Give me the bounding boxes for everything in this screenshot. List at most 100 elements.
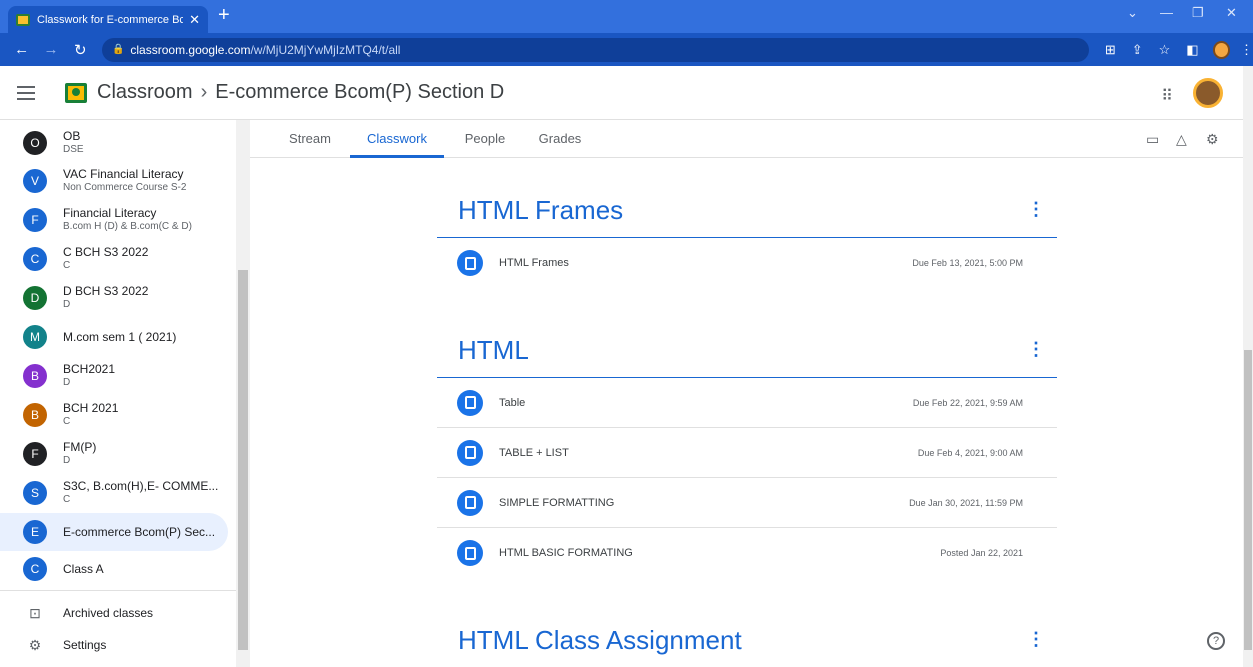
gear-icon[interactable]: ⚙	[1206, 131, 1219, 148]
class-initial-avatar: S	[23, 481, 47, 505]
calendar-icon[interactable]: ▭	[1146, 131, 1159, 148]
window-close-icon[interactable]: ✕	[1226, 5, 1237, 21]
assignment-row[interactable]: HTML Frames Due Feb 13, 2021, 5:00 PM	[437, 238, 1057, 288]
assignment-due-date: Posted Jan 22, 2021	[940, 548, 1023, 558]
help-icon[interactable]: ?	[1207, 632, 1225, 650]
class-section: DSE	[63, 144, 84, 155]
class-section: D	[63, 455, 71, 466]
sidebar-class-item[interactable]: M M.com sem 1 ( 2021)	[8, 318, 228, 356]
class-name: S3C, B.com(H),E- COMME...	[63, 479, 219, 493]
classroom-favicon-icon	[16, 13, 30, 26]
class-section: C	[63, 494, 71, 505]
sidebar-class-item[interactable]: DD BCH S3 2022 D	[8, 279, 228, 317]
sidebar: O OB DSE V VAC Financial Literacy Non Commerc…	[0, 120, 240, 667]
class-text: Financial Literacy B.com H (D) & B.com(C …	[63, 207, 192, 233]
class-initial-avatar: F	[23, 208, 47, 232]
gear-icon: ⚙	[28, 636, 42, 653]
sidebar-class-item[interactable]: B BCH2021 D	[8, 357, 228, 395]
class-text: VAC Financial Literacy Non Commerce Cours…	[63, 168, 186, 194]
class-name: FM(P)	[63, 440, 97, 454]
sidebar-class-item[interactable]: C C BCH S3 2022 C	[8, 240, 228, 278]
sidebar-settings[interactable]: ⚙ Settings	[8, 626, 228, 664]
sidebar-class-item[interactable]: S S3C, B.com(H),E- COMME... C	[8, 474, 228, 512]
url-host: classroom.google.com	[130, 42, 251, 57]
browser-toolbar: ← → ↻ 🔒 classroom.google.com/w/MjU2MjYwM…	[0, 33, 1253, 66]
tab-classwork[interactable]: Classwork	[350, 120, 444, 158]
class-initial-avatar: C	[23, 247, 47, 271]
forward-icon[interactable]: →	[43, 41, 58, 58]
share-icon[interactable]: ⇪	[1132, 42, 1143, 58]
minimize-icon[interactable]: —	[1160, 5, 1173, 20]
sidebar-class-item[interactable]: V VAC Financial Literacy Non Commerce Cour…	[8, 162, 228, 200]
class-initial-avatar: B	[23, 403, 47, 427]
class-initial-avatar: O	[23, 131, 47, 155]
topic-more-options-icon[interactable]: ⋮	[1027, 199, 1045, 220]
drive-icon[interactable]: △	[1176, 131, 1187, 148]
restore-icon[interactable]: ❐	[1192, 5, 1204, 21]
assignment-row[interactable]: HTML BASIC FORMATING Posted Jan 22, 2021	[437, 528, 1057, 578]
close-tab-icon[interactable]: ✕	[189, 12, 200, 28]
back-icon[interactable]: ←	[14, 41, 29, 58]
assignment-icon	[457, 489, 483, 516]
assignment-due-date: Due Feb 4, 2021, 9:00 AM	[917, 447, 1023, 458]
class-section: D	[63, 299, 71, 310]
assignment-icon	[457, 439, 483, 466]
breadcrumb-app-name[interactable]: Classroom	[97, 81, 193, 103]
class-initial-avatar: V	[23, 169, 47, 193]
class-text: E-commerce Bcom(P) Sec...	[63, 525, 215, 539]
class-text: FM(P) D	[63, 441, 96, 467]
topic-title[interactable]: HTML Frames	[458, 195, 623, 226]
topic-title[interactable]: HTML	[458, 335, 529, 366]
browser-tab[interactable]: Classwork for E-commerce Bcom ✕	[8, 6, 208, 33]
assignment-title: SIMPLE FORMATTING	[499, 496, 615, 509]
assignment-title: TABLE + LIST	[499, 446, 569, 459]
sidebar-class-item[interactable]: O OB DSE	[8, 124, 228, 162]
class-initial-avatar: M	[23, 325, 47, 349]
assignment-icon	[457, 389, 483, 416]
class-name: BCH2021	[63, 362, 116, 376]
sidebar-class-item[interactable]: F Financial Literacy B.com H (D) & B.com(C…	[8, 201, 228, 239]
new-tab-icon[interactable]: +	[218, 5, 230, 25]
tab-search-chevron-icon[interactable]: ⌄	[1127, 5, 1138, 21]
page-scrollbar-thumb[interactable]	[1244, 350, 1252, 650]
apps-grid-icon[interactable]: ⠿	[1161, 86, 1173, 106]
address-bar[interactable]: 🔒 classroom.google.com/w/MjU2MjYwMjIzMTQ…	[101, 37, 1089, 62]
class-text: C BCH S3 2022 C	[63, 246, 148, 272]
class-section: D	[63, 377, 71, 388]
class-name: Class A	[63, 561, 104, 576]
assignment-due-date: Due Jan 30, 2021, 11:59 PM	[909, 497, 1023, 508]
tab-stream[interactable]: Stream	[278, 120, 342, 158]
class-initial-avatar: B	[23, 364, 47, 388]
install-app-icon[interactable]: ⊞	[1105, 42, 1116, 58]
browser-tab-title: Classwork for E-commerce Bcom	[37, 13, 184, 26]
tab-grades[interactable]: Grades	[530, 120, 590, 158]
assignment-icon	[457, 250, 483, 276]
assignment-row[interactable]: SIMPLE FORMATTING Due Jan 30, 2021, 11:59…	[437, 478, 1057, 528]
topic-more-options-icon[interactable]: ⋮	[1027, 629, 1045, 650]
sidebar-scrollbar-thumb[interactable]	[238, 270, 248, 650]
side-panel-icon[interactable]: ◧	[1186, 42, 1198, 58]
class-name: VAC Financial Literacy	[63, 167, 184, 181]
assignment-title: HTML BASIC FORMATING	[499, 547, 633, 559]
class-name: M.com sem 1 ( 2021)	[63, 329, 177, 344]
browser-menu-icon[interactable]: ⋮	[1240, 42, 1253, 58]
class-text: Class A	[63, 561, 104, 576]
sidebar-class-item[interactable]: B BCH 2021 C	[8, 396, 228, 434]
archive-icon: ⊡	[29, 604, 41, 621]
tab-people[interactable]: People	[455, 120, 515, 158]
browser-profile-avatar[interactable]	[1212, 40, 1230, 59]
topic-title[interactable]: HTML Class Assignment	[458, 625, 742, 656]
breadcrumb-class-name[interactable]: E-commerce Bcom(P) Section D	[215, 81, 504, 103]
bookmark-star-icon[interactable]: ☆	[1159, 42, 1171, 58]
assignment-row[interactable]: Table Due Feb 22, 2021, 9:59 AM	[437, 378, 1057, 428]
sidebar-class-item[interactable]: C Class A	[8, 550, 228, 588]
reload-icon[interactable]: ↻	[73, 41, 88, 59]
sidebar-class-item[interactable]: E E-commerce Bcom(P) Sec...	[0, 513, 228, 551]
user-avatar[interactable]	[1193, 78, 1223, 108]
classroom-logo-icon[interactable]	[65, 82, 87, 103]
class-section: Non Commerce Course S-2	[63, 182, 187, 193]
hamburger-icon[interactable]	[17, 82, 35, 104]
sidebar-class-item[interactable]: F FM(P) D	[8, 435, 228, 473]
assignment-row[interactable]: TABLE + LIST Due Feb 4, 2021, 9:00 AM	[437, 428, 1057, 478]
topic-more-options-icon[interactable]: ⋮	[1027, 339, 1045, 360]
